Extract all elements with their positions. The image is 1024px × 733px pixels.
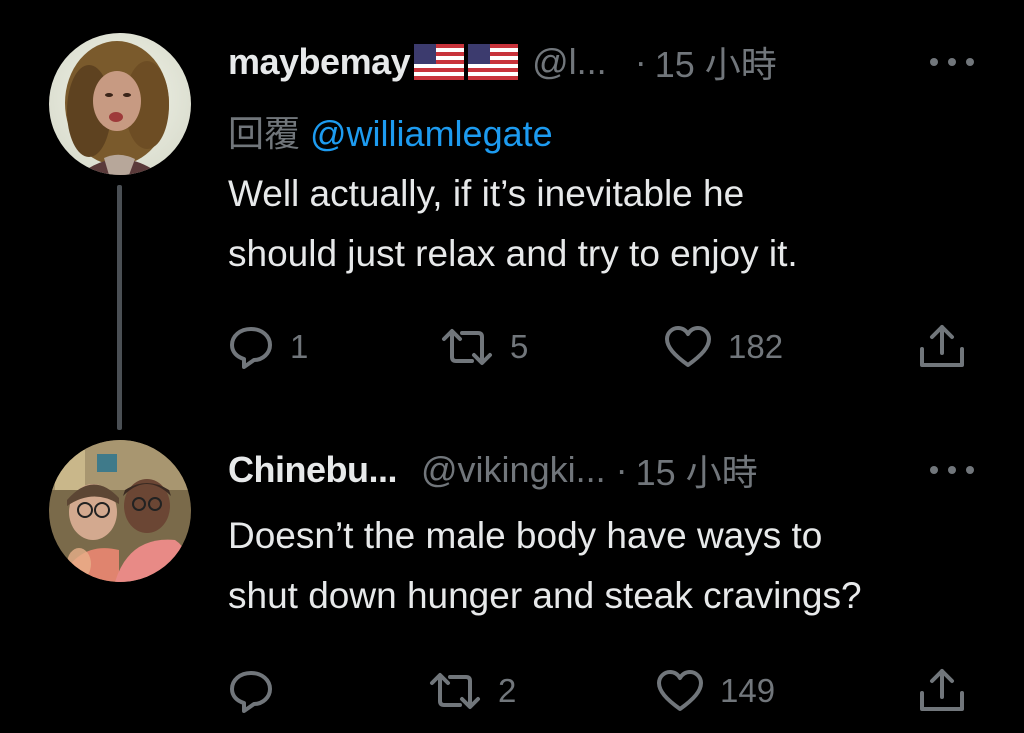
like-count: 149 <box>720 672 776 709</box>
reply-button[interactable]: 1 <box>228 322 308 372</box>
tweet-text-line: Well actually, if it’s inevitable he <box>228 173 745 214</box>
retweet-icon <box>440 327 494 367</box>
like-icon <box>656 669 704 713</box>
retweet-button[interactable]: 5 <box>440 322 528 372</box>
action-bar: 2 149 <box>0 666 1024 716</box>
retweet-icon <box>428 671 482 711</box>
more-icon[interactable] <box>930 42 974 82</box>
more-icon[interactable] <box>930 450 974 490</box>
tweet-text: Doesn’t the male body have ways to shut … <box>228 506 988 626</box>
handle[interactable]: @vikingki... <box>421 449 606 491</box>
action-bar: 1 5 182 <box>0 322 1024 372</box>
reply-icon <box>228 325 274 369</box>
reply-button[interactable] <box>228 666 290 716</box>
like-icon <box>664 325 712 369</box>
share-icon <box>916 323 968 371</box>
share-button[interactable] <box>916 322 968 372</box>
mention-link[interactable]: @williamlegate <box>310 113 553 154</box>
display-name[interactable]: Chinebu... <box>228 449 398 491</box>
tweet[interactable]: Chinebu... @vikingki... · 15 小時 Doesn’t … <box>0 430 1024 733</box>
reply-context: 回覆 @williamlegate <box>228 105 553 157</box>
handle[interactable]: @l... <box>532 41 607 83</box>
tweet-text-line: Doesn’t the male body have ways to <box>228 515 823 556</box>
like-count: 182 <box>728 328 784 365</box>
like-button[interactable]: 149 <box>656 666 775 716</box>
us-flag-icon <box>414 44 465 80</box>
separator-dot: · <box>634 41 647 82</box>
tweet-text: Well actually, if it’s inevitable he sho… <box>228 164 988 284</box>
tweet-text-line: should just relax and try to enjoy it. <box>228 233 798 274</box>
reply-icon <box>228 669 274 713</box>
reply-count: 1 <box>290 328 309 365</box>
share-button[interactable] <box>916 666 968 716</box>
like-button[interactable]: 182 <box>664 322 783 372</box>
retweet-button[interactable]: 2 <box>428 666 516 716</box>
display-name[interactable]: maybemay <box>228 41 411 83</box>
tweet-text-line: shut down hunger and steak cravings? <box>228 575 862 616</box>
us-flag-icon <box>468 44 519 80</box>
avatar[interactable] <box>49 440 191 582</box>
tweet-header: maybemay @l... · 15 小時 <box>228 32 984 92</box>
avatar[interactable] <box>49 33 191 175</box>
share-icon <box>916 667 968 715</box>
tweet-header: Chinebu... @vikingki... · 15 小時 <box>228 440 984 500</box>
separator-dot: · <box>615 449 628 490</box>
timestamp[interactable]: 15 小時 <box>636 444 758 496</box>
thread-line <box>117 185 122 430</box>
reply-label: 回覆 <box>228 113 301 154</box>
tweet[interactable]: maybemay @l... · 15 小時 回覆 @williamlegate… <box>0 0 1024 430</box>
retweet-count: 2 <box>498 672 517 709</box>
timestamp[interactable]: 15 小時 <box>655 36 777 88</box>
retweet-count: 5 <box>510 328 529 365</box>
